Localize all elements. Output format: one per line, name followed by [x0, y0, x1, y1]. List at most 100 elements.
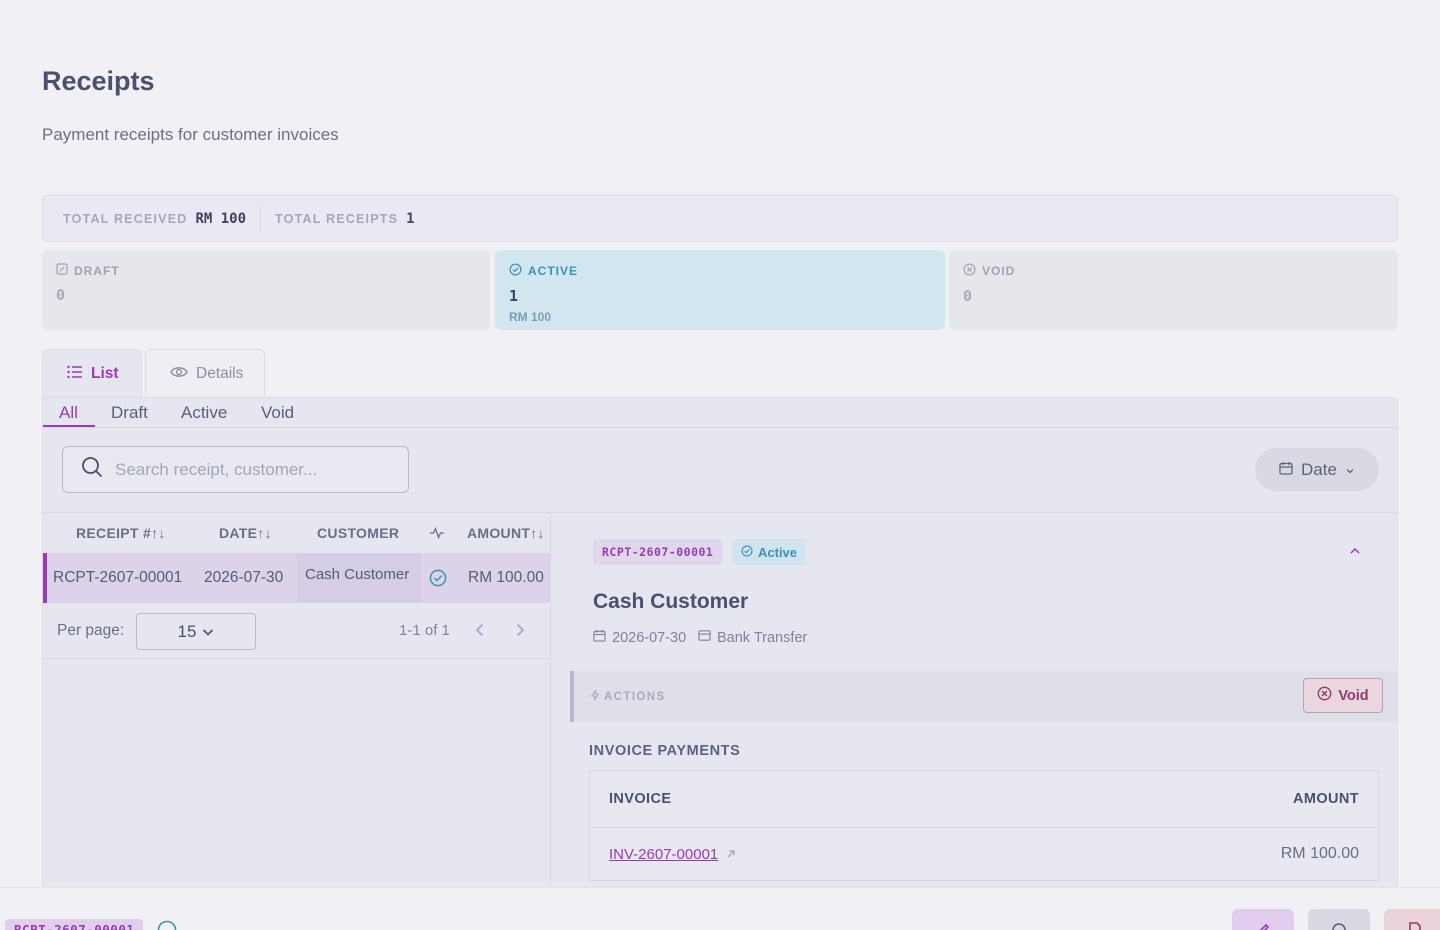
filter-tab-indicator — [43, 425, 95, 427]
check-circle-icon — [741, 544, 753, 560]
calendar-icon — [1279, 460, 1293, 480]
filter-tab-void[interactable]: Void — [261, 403, 294, 423]
detail-method: Bank Transfer — [698, 629, 807, 646]
tab-details-label: Details — [196, 365, 244, 382]
col-date[interactable]: DATE↑↓ — [219, 525, 272, 541]
collapse-button[interactable] — [1348, 543, 1366, 561]
invoice-payments-title: INVOICE PAYMENTS — [589, 743, 741, 759]
bolt-icon — [590, 689, 600, 704]
detail-date-value: 2026-07-30 — [612, 629, 687, 646]
col-amount[interactable]: AMOUNT↑↓ — [467, 525, 545, 541]
active-count: 1 — [509, 287, 519, 305]
eye-icon — [1332, 923, 1346, 930]
eye-icon — [170, 365, 188, 384]
tab-details[interactable]: Details — [145, 349, 265, 398]
chevron-left-icon — [475, 623, 484, 637]
footer-bar: RCPT-2607-00001 — [0, 887, 1440, 930]
row-date: 2026-07-30 — [204, 569, 284, 586]
page-title: Receipts — [42, 66, 155, 96]
date-filter-button[interactable]: Date — [1255, 448, 1379, 491]
void-label: VOID — [982, 264, 1016, 278]
search-box[interactable] — [62, 446, 409, 493]
filter-tab-all[interactable]: All — [59, 403, 78, 423]
view-button[interactable] — [1308, 909, 1370, 930]
edit-button[interactable] — [1232, 909, 1294, 930]
chevron-down-icon — [1345, 460, 1355, 480]
void-count: 0 — [963, 287, 973, 305]
actions-label: ACTIONS — [604, 690, 666, 703]
col-customer[interactable]: CUSTOMER — [317, 525, 399, 541]
summary-bar: TOTAL RECEIVED RM 100 TOTAL RECEIPTS 1 — [42, 195, 1398, 242]
draft-label: DRAFT — [74, 263, 120, 278]
list-icon — [67, 365, 83, 384]
void-button[interactable]: Void — [1303, 678, 1383, 713]
invoice-payments-table: INVOICE AMOUNT INV-2607-00001 RM 100.00 — [589, 770, 1379, 881]
sort-icon: ↑↓ — [530, 525, 545, 541]
search-icon — [81, 456, 103, 483]
detail-status-label: Active — [758, 544, 798, 560]
pagination: Per page: 15 1-1 of 1 — [43, 603, 550, 659]
tab-list-label: List — [91, 365, 119, 382]
table-row[interactable]: RCPT-2607-00001 2026-07-30 Cash Customer… — [43, 553, 550, 603]
receipt-list: RECEIPT #↑↓ DATE↑↓ CUSTOMER AMOUNT↑↓ RCP… — [43, 512, 551, 896]
sort-icon: ↑↓ — [257, 525, 272, 541]
main-panel: All Draft Active Void Date RECEIPT #↑↓ D… — [42, 397, 1398, 897]
search-input[interactable] — [115, 459, 395, 480]
invoice-table-header: INVOICE AMOUNT — [590, 771, 1378, 828]
detail-customer-name: Cash Customer — [593, 590, 749, 613]
void-button-label: Void — [1338, 687, 1369, 704]
tab-list[interactable]: List — [42, 349, 142, 398]
check-circle-icon — [429, 569, 447, 592]
summary-divider — [260, 205, 262, 232]
page-range: 1-1 of 1 — [399, 622, 450, 639]
chevron-down-icon — [202, 622, 214, 642]
filter-tab-active[interactable]: Active — [181, 403, 227, 423]
x-circle-icon — [1317, 686, 1332, 705]
export-button[interactable] — [1384, 909, 1440, 930]
bank-card-icon — [698, 629, 711, 646]
status-card-void[interactable]: VOID 0 — [949, 250, 1398, 330]
next-page-button[interactable] — [510, 620, 530, 640]
document-icon — [1409, 922, 1421, 930]
pencil-icon — [1259, 923, 1270, 930]
footer-receipt-chip: RCPT-2607-00001 — [5, 919, 144, 930]
chevron-up-icon — [1350, 547, 1360, 554]
actions-bar: ACTIONS Void — [570, 671, 1397, 722]
col-receipt-label: RECEIPT # — [76, 525, 152, 541]
check-circle-icon — [157, 920, 177, 930]
date-filter-label: Date — [1301, 459, 1337, 479]
activity-icon — [429, 526, 445, 543]
invoice-link[interactable]: INV-2607-00001 — [609, 846, 736, 863]
status-card-active[interactable]: ACTIVE 1 RM 100 — [495, 250, 945, 330]
external-link-icon — [726, 846, 736, 863]
detail-status-badge: Active — [732, 539, 807, 565]
total-receipts-label: TOTAL RECEIPTS — [275, 211, 399, 226]
prev-page-button[interactable] — [470, 620, 490, 640]
detail-date: 2026-07-30 — [593, 629, 686, 646]
draft-count: 0 — [56, 286, 66, 304]
col-date-label: DATE — [219, 525, 258, 541]
total-receipts-value: 1 — [406, 210, 415, 227]
total-received-value: RM 100 — [195, 210, 247, 227]
actions-label-wrap: ACTIONS — [590, 689, 666, 704]
status-card-draft[interactable]: DRAFT 0 — [42, 250, 490, 330]
draft-icon — [56, 263, 68, 278]
calendar-icon — [593, 629, 606, 646]
chevron-right-icon — [516, 623, 525, 637]
page-subtitle: Payment receipts for customer invoices — [42, 125, 339, 144]
invoice-number: INV-2607-00001 — [609, 846, 719, 863]
total-received-label: TOTAL RECEIVED — [63, 211, 188, 226]
invoice-amount: RM 100.00 — [1280, 845, 1359, 862]
filter-tab-draft[interactable]: Draft — [111, 403, 148, 423]
active-amount: RM 100 — [509, 310, 552, 324]
col-invoice: INVOICE — [609, 791, 672, 807]
row-receipt: RCPT-2607-00001 — [53, 569, 183, 586]
per-page-value: 15 — [177, 621, 197, 641]
per-page-label: Per page: — [57, 622, 125, 639]
per-page-select[interactable]: 15 — [136, 613, 256, 650]
check-circle-icon — [509, 263, 522, 279]
x-circle-icon — [963, 263, 976, 279]
col-receipt[interactable]: RECEIPT #↑↓ — [76, 525, 166, 541]
receipt-detail: RCPT-2607-00001 Active Cash Customer 202… — [552, 512, 1397, 896]
filter-tabs: All Draft Active Void — [43, 398, 1397, 428]
